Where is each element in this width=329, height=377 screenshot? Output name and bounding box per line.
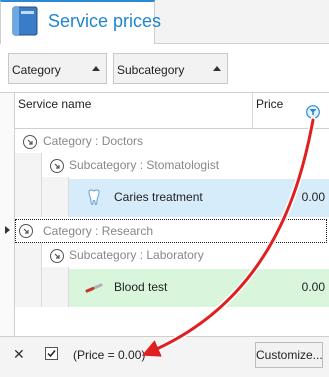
service-price: 0.00 [301,190,325,204]
group-label: Subcategory : Laboratory [69,248,204,262]
group-indent [42,267,69,307]
group-button-label: Subcategory [117,63,185,77]
column-header-price[interactable]: Price [256,97,283,111]
filter-expression[interactable]: (Price = 0.00) [73,348,145,362]
service-price: 0.00 [301,280,325,294]
collapse-icon[interactable] [23,135,37,149]
group-row-subcategory[interactable]: Subcategory : Stomatologist [42,153,329,177]
row-indicator-column [0,93,15,336]
column-header-service-name[interactable]: Service name [18,97,91,111]
close-icon[interactable]: ✕ [13,346,25,363]
service-name: Blood test [114,280,168,294]
tab-title: Service prices [48,11,162,31]
row-pointer-icon [5,226,10,234]
customize-button[interactable]: Customize... [255,342,323,368]
group-indent [42,177,69,217]
checkmark-icon [47,350,56,358]
tooth-icon [88,189,100,205]
collapse-icon[interactable] [50,159,64,173]
service-name: Caries treatment [114,190,203,204]
group-button-subcategory[interactable]: Subcategory [113,53,228,84]
group-row-subcategory[interactable]: Subcategory : Laboratory [42,243,329,267]
table-row[interactable]: Blood test 0.00 [69,269,329,307]
group-label: Category : Doctors [43,134,144,148]
table-row[interactable]: Caries treatment 0.00 [69,179,329,217]
group-indent [15,153,42,217]
test-tube-icon [85,283,103,293]
focused-row-outline [15,219,327,243]
book-icon [12,6,38,36]
filter-icon[interactable] [306,105,320,119]
group-button-label: Category [12,63,61,77]
sort-ascending-icon [213,66,221,71]
sort-ascending-icon [92,66,100,71]
filter-enable-checkbox[interactable] [45,347,58,360]
collapse-icon[interactable] [50,249,64,263]
group-label: Subcategory : Stomatologist [69,158,220,172]
group-indent [15,243,42,307]
group-button-category[interactable]: Category [8,53,107,84]
column-divider[interactable] [252,93,253,129]
group-row-category[interactable]: Category : Doctors [15,129,329,153]
